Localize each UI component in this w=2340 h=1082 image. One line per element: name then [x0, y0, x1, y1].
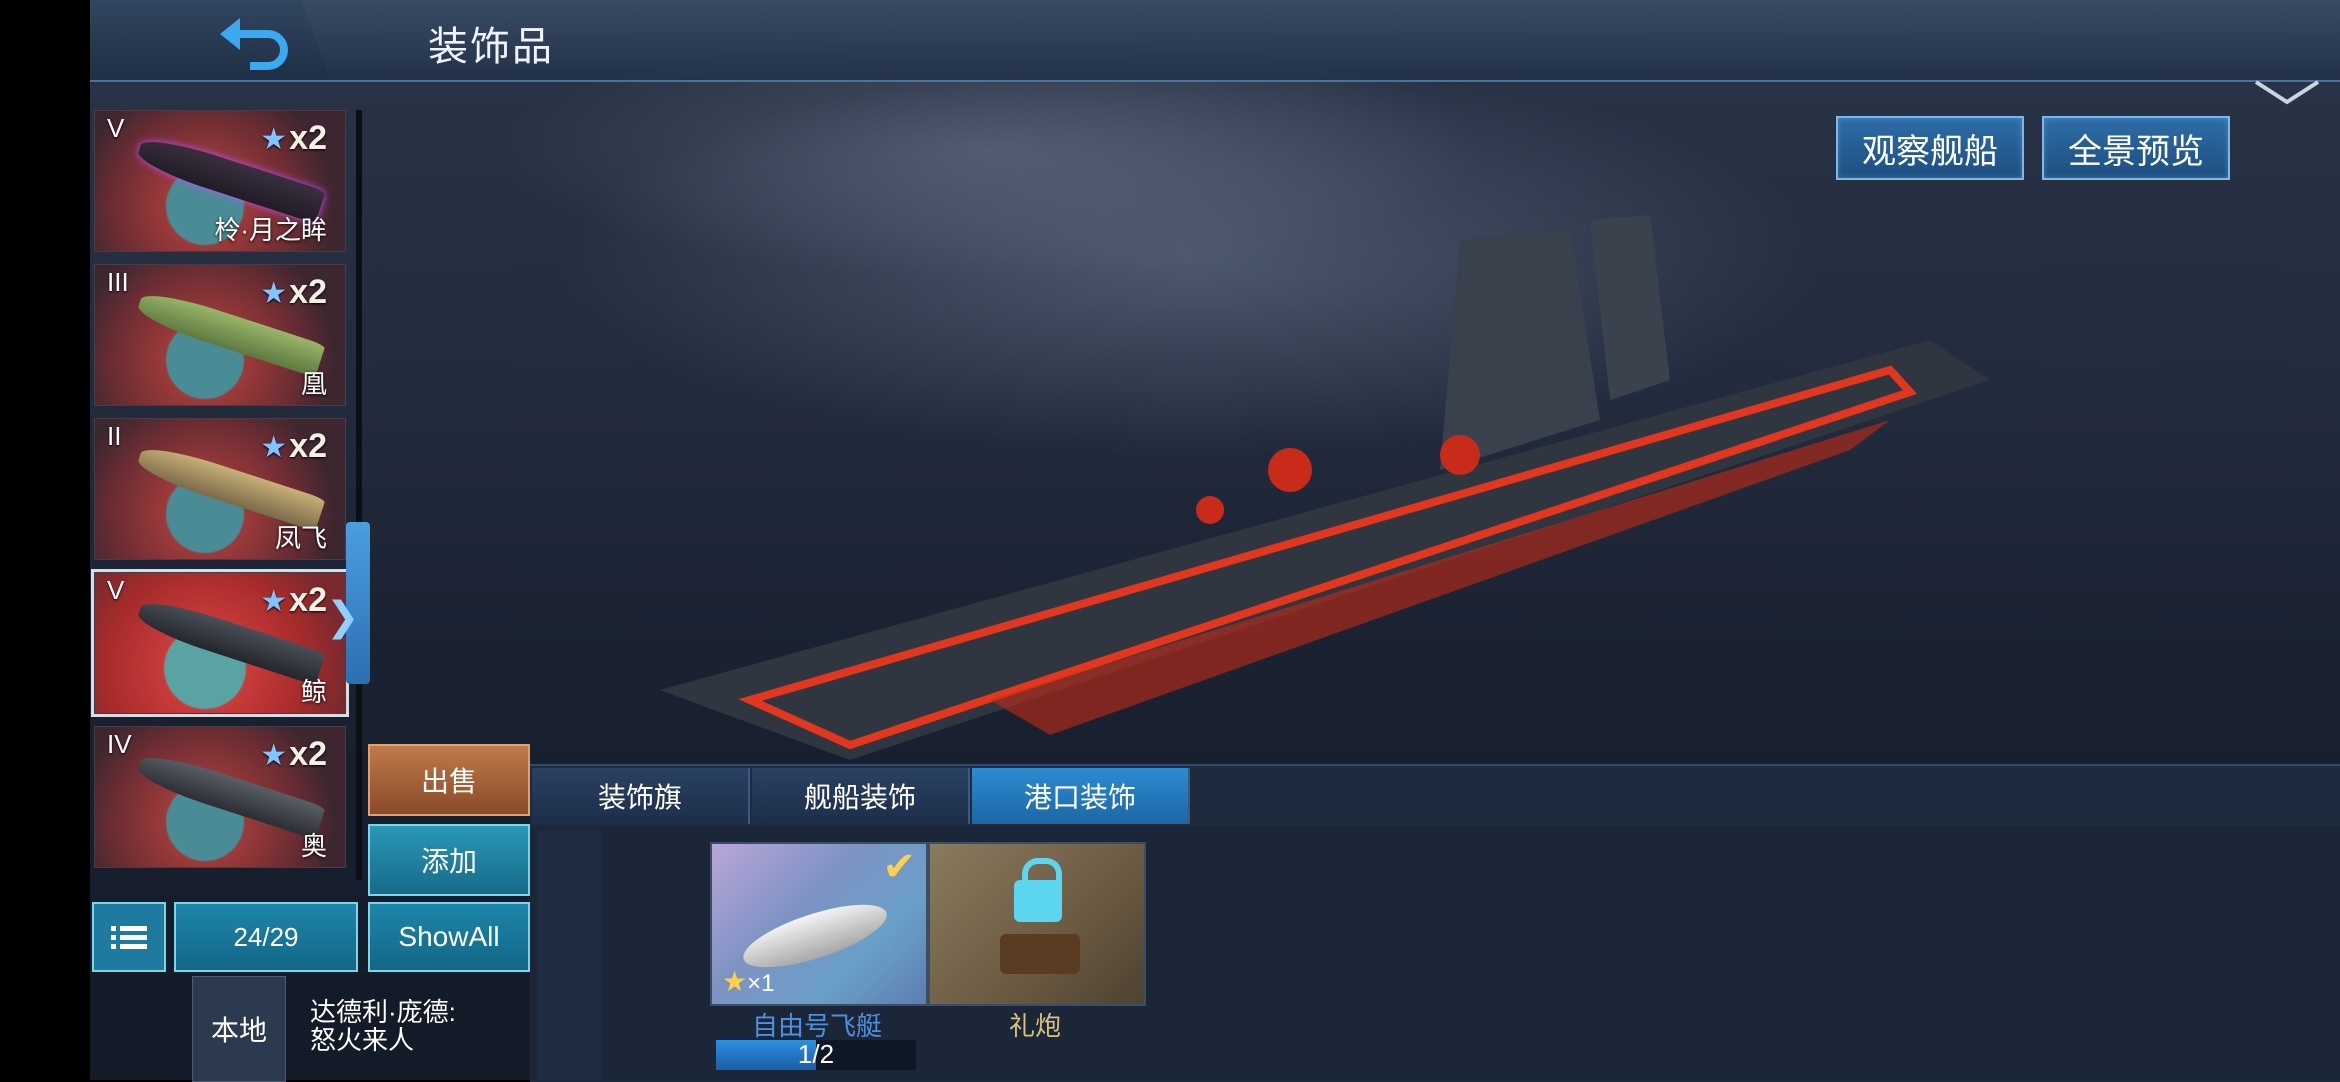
star-icon: ★	[260, 123, 288, 156]
ship-list-scrollbar[interactable]	[356, 110, 362, 880]
cannon-image	[1000, 934, 1080, 974]
ship-card-1[interactable]: III ★x2 凰	[94, 264, 346, 406]
item-name: 礼炮	[1008, 1011, 1061, 1041]
collapse-chevron-icon[interactable]	[2252, 78, 2322, 108]
item-progress-text: 1/2	[797, 1039, 835, 1069]
show-all-button[interactable]: ShowAll	[368, 902, 530, 972]
ship-card-4[interactable]: IV ★x2 奥	[94, 726, 346, 868]
ship-star-count: ★x2	[260, 581, 327, 619]
selected-chevron-icon: ❯	[326, 595, 360, 639]
ship-card-0[interactable]: V ★x2 柃·月之眸	[94, 110, 346, 252]
ship-star-count: ★x2	[260, 735, 327, 773]
ship-tier: V	[107, 113, 125, 143]
item-card-cannon[interactable]	[928, 842, 1146, 1006]
ship-card-2[interactable]: II ★x2 凤飞	[94, 418, 346, 560]
chat-message-line: 达德利·庞德:	[310, 997, 456, 1027]
star-icon: ★	[260, 431, 288, 464]
local-channel-button[interactable]: 本地	[192, 976, 286, 1082]
star-icon: ★	[260, 739, 288, 772]
tab-ship-decoration[interactable]: 舰船装饰	[752, 768, 970, 824]
star-icon: ★	[722, 966, 748, 997]
ship-name: 凤飞	[274, 523, 327, 553]
ship-star-count: ★x2	[260, 119, 327, 157]
chat-message: 达德利·庞德: 怒火来人	[310, 998, 520, 1054]
star-icon: ★	[260, 277, 288, 310]
add-button[interactable]: 添加	[368, 824, 530, 896]
sell-button[interactable]: 出售	[368, 744, 530, 816]
list-icon	[111, 926, 147, 949]
lock-icon-body	[1014, 880, 1062, 922]
tab-flags[interactable]: 装饰旗	[532, 768, 750, 824]
ship-name: 奥	[300, 831, 327, 861]
item-name: 自由号飞艇	[751, 1011, 882, 1041]
ship-count: 24/29	[174, 902, 358, 972]
observe-ship-button[interactable]: 观察舰船	[1836, 116, 2024, 180]
ship-list[interactable]: V ★x2 柃·月之眸 III ★x2 凰 II ★x2 凤飞 V ★x2 鲸 …	[90, 110, 360, 890]
item-quantity: ★×1	[722, 966, 775, 997]
star-icon: ★	[260, 585, 288, 618]
panorama-preview-button[interactable]: 全景预览	[2042, 116, 2230, 180]
back-button[interactable]	[90, 0, 330, 78]
ship-tier: IV	[107, 729, 132, 759]
chat-message-line: 怒火来人	[310, 1025, 415, 1055]
ship-card-3[interactable]: V ★x2 鲸	[91, 569, 349, 717]
tab-port-decoration[interactable]: 港口装饰	[972, 768, 1190, 824]
check-icon: ✔	[882, 845, 916, 889]
ship-star-count: ★x2	[260, 273, 327, 311]
back-arrow-icon	[220, 18, 288, 70]
list-view-button[interactable]	[92, 902, 166, 972]
ship-name: 凰	[300, 369, 327, 399]
ship-name: 柃·月之眸	[214, 215, 327, 245]
items-sidebar	[538, 830, 602, 1080]
item-card-airship[interactable]: ✔ ★×1	[710, 842, 928, 1006]
ship-tier: III	[107, 267, 129, 297]
ship-tier: II	[107, 421, 122, 451]
ship-name: 鲸	[300, 677, 327, 707]
page-title: 装饰品	[428, 25, 554, 69]
ship-star-count: ★x2	[260, 427, 327, 465]
ship-tier: V	[107, 575, 125, 605]
